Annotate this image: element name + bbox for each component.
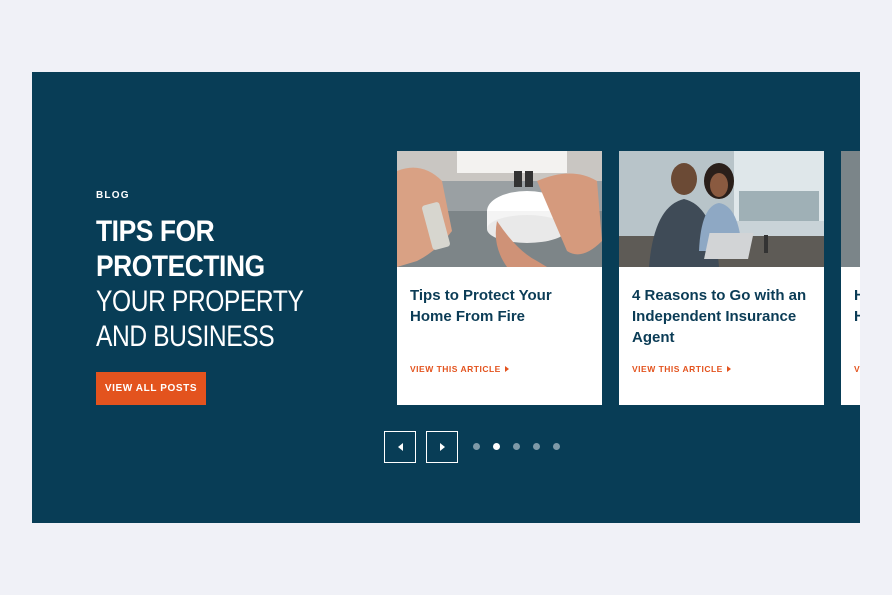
view-article-link[interactable]: VIEW THIS ARTICLE	[632, 364, 731, 374]
view-article-label: V	[854, 364, 860, 374]
carousel-next-button[interactable]	[426, 431, 458, 463]
view-all-posts-button[interactable]: VIEW ALL POSTS	[96, 372, 206, 405]
section-eyebrow: BLOG	[96, 190, 130, 201]
carousel-prev-button[interactable]	[384, 431, 416, 463]
heading-line: PROTECTING	[96, 250, 265, 283]
pagination-dot[interactable]	[513, 443, 520, 450]
view-article-link[interactable]: V	[854, 364, 860, 374]
heading-line: AND BUSINESS	[96, 320, 275, 353]
pagination-dot[interactable]	[533, 443, 540, 450]
article-image	[841, 151, 860, 267]
caret-right-icon	[504, 366, 509, 372]
article-image	[397, 151, 602, 267]
article-card[interactable]: H H V	[841, 151, 860, 405]
pagination-dot[interactable]	[553, 443, 560, 450]
chevron-left-icon	[397, 443, 403, 451]
view-article-label: VIEW THIS ARTICLE	[632, 364, 723, 374]
view-article-link[interactable]: VIEW THIS ARTICLE	[410, 364, 509, 374]
heading-line: YOUR PROPERTY	[96, 285, 304, 318]
carousel-pagination	[473, 443, 560, 450]
pagination-dot[interactable]	[473, 443, 480, 450]
article-card[interactable]: 4 Reasons to Go with an Independent Insu…	[619, 151, 824, 405]
article-image	[619, 151, 824, 267]
article-title: 4 Reasons to Go with an Independent Insu…	[632, 287, 807, 346]
section-heading: TIPS FOR PROTECTING YOUR PROPERTY AND BU…	[96, 214, 336, 354]
article-title: H H	[854, 287, 860, 325]
heading-line: TIPS FOR	[96, 215, 215, 248]
blog-section: BLOG TIPS FOR PROTECTING YOUR PROPERTY A…	[32, 72, 860, 523]
caret-right-icon	[726, 366, 731, 372]
article-carousel: Tips to Protect Your Home From Fire VIEW…	[397, 151, 860, 405]
pagination-dot-active[interactable]	[493, 443, 500, 450]
article-card[interactable]: Tips to Protect Your Home From Fire VIEW…	[397, 151, 602, 405]
chevron-right-icon	[439, 443, 445, 451]
view-article-label: VIEW THIS ARTICLE	[410, 364, 501, 374]
article-title: Tips to Protect Your Home From Fire	[410, 287, 552, 325]
